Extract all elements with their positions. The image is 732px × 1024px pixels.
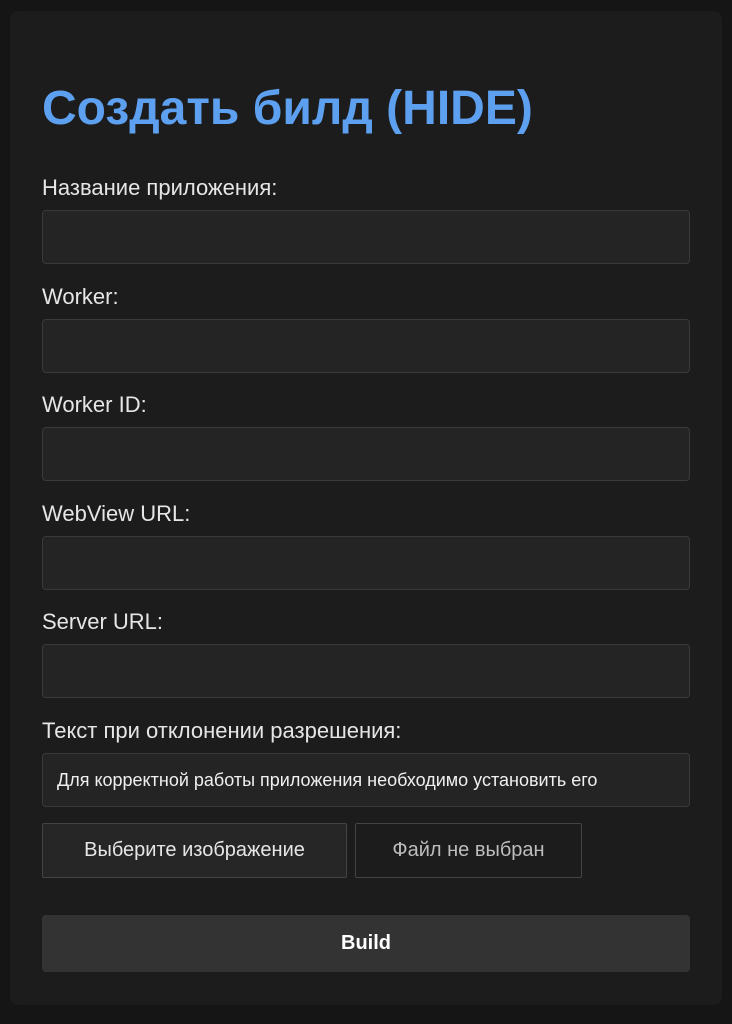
file-status-text[interactable]: Файл не выбран xyxy=(355,823,582,878)
app-name-label: Название приложения: xyxy=(42,175,278,200)
permission-denied-text-input[interactable] xyxy=(42,753,690,807)
app-name-input[interactable] xyxy=(42,210,690,264)
worker-input[interactable] xyxy=(42,319,690,373)
build-form-card: Создать билд (HIDE) Название приложения:… xyxy=(10,11,722,1005)
webview-url-input[interactable] xyxy=(42,536,690,590)
webview-url-label: WebView URL: xyxy=(42,501,191,526)
permission-denied-text-label: Текст при отклонении разрешения: xyxy=(42,718,402,743)
choose-image-button[interactable]: Выберите изображение xyxy=(42,823,347,878)
build-button[interactable]: Build xyxy=(42,915,690,972)
worker-id-input[interactable] xyxy=(42,427,690,481)
server-url-input[interactable] xyxy=(42,644,690,698)
worker-id-label: Worker ID: xyxy=(42,392,147,417)
page-title: Создать билд (HIDE) xyxy=(42,82,533,135)
server-url-label: Server URL: xyxy=(42,609,164,634)
worker-label: Worker: xyxy=(42,284,119,309)
